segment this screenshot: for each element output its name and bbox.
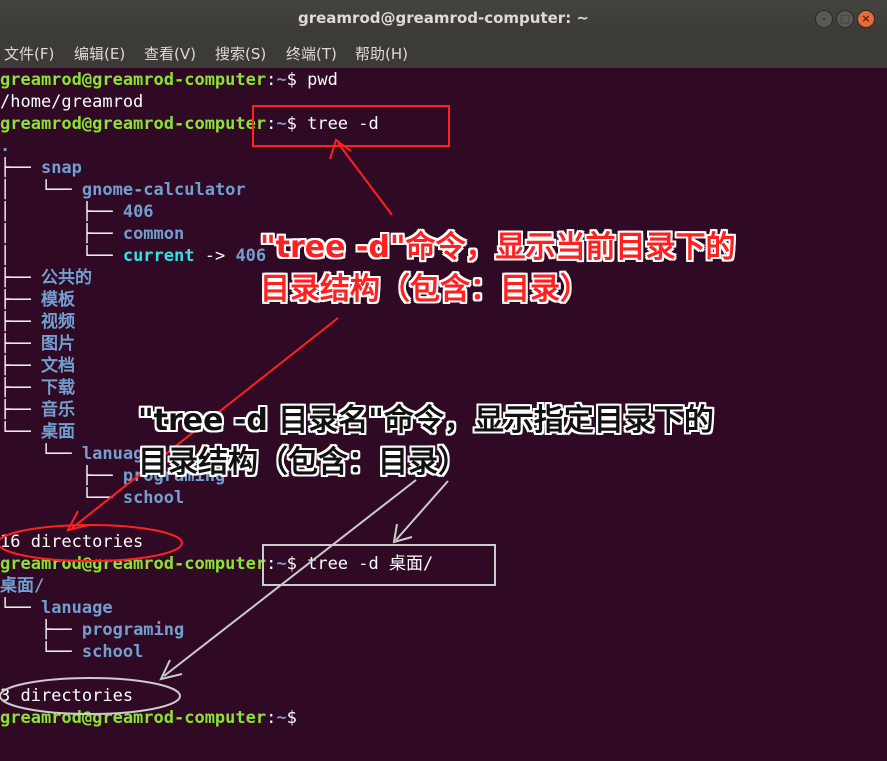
gray-highlight-box: [262, 544, 496, 586]
annotation-overlay: [0, 105, 496, 715]
gray-highlight-ellipse: [0, 677, 181, 715]
red-highlight-box: [252, 105, 450, 147]
annotation-red-line2: 目录结构（包含：目录）: [260, 272, 590, 307]
red-highlight-ellipse: [0, 524, 183, 562]
annotation-red-line1: "tree -d"命令，显示当前目录下的: [260, 230, 736, 265]
red-arrow-down-head: [66, 510, 90, 532]
annotation-black-line2: 目录结构（包含：目录）: [138, 445, 468, 480]
gray-arrow-2: [163, 479, 417, 677]
annotation-black-line1: "tree -d 目录名"命令，显示指定目录下的: [138, 403, 714, 438]
red-arrow-up: [337, 142, 393, 216]
